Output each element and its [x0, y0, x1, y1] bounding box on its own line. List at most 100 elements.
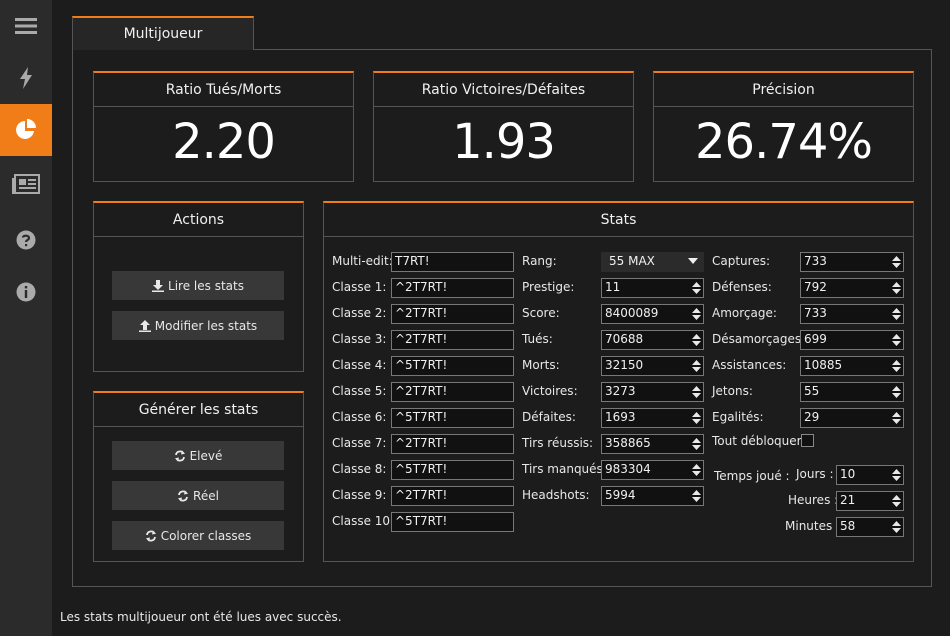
stat-spinbox[interactable]: 5994 — [601, 486, 704, 506]
stat-spinbox[interactable]: 8400089 — [601, 304, 704, 324]
modify-stats-label: Modifier les stats — [154, 318, 258, 333]
hamburger-icon — [15, 18, 37, 34]
stats-panel: Stats Multi-edit: T7RT! Classe 1: ^2T7RT… — [323, 201, 914, 562]
hours-spinbox[interactable]: 21 — [836, 491, 904, 511]
stat-label: Défenses: — [712, 280, 772, 294]
nav-menu[interactable] — [0, 0, 52, 52]
elevated-label: Elevé — [189, 448, 223, 463]
stat-spinbox[interactable]: 29 — [800, 408, 904, 428]
nav-help[interactable] — [0, 214, 52, 266]
stat-label: Prestige: — [522, 280, 575, 294]
spin-arrows-icon — [692, 412, 701, 424]
stat-label: Défaites: — [522, 410, 576, 424]
stat-label: Jetons: — [712, 384, 753, 398]
stat-spinbox[interactable]: 792 — [800, 278, 904, 298]
class-label: Classe 6: — [332, 410, 387, 424]
accuracy-value: 26.74% — [694, 114, 873, 170]
class-field[interactable]: ^5T7RT! — [391, 356, 514, 376]
stat-label: Assistances: — [712, 358, 787, 372]
spin-arrows-icon — [692, 334, 701, 346]
stat-spinbox[interactable]: 70688 — [601, 330, 704, 350]
class-label: Classe 3: — [332, 332, 387, 346]
class-label: Classe 9: — [332, 488, 387, 502]
class-label: Classe 7: — [332, 436, 387, 450]
multi-edit-field[interactable]: T7RT! — [391, 252, 514, 272]
nav-info[interactable] — [0, 266, 52, 318]
stat-spinbox[interactable]: 32150 — [601, 356, 704, 376]
color-classes-label: Colorer classes — [160, 528, 252, 543]
spin-arrows-icon — [692, 282, 701, 294]
download-icon — [152, 279, 165, 292]
class-field[interactable]: ^5T7RT! — [391, 512, 514, 532]
stat-spinbox[interactable]: 983304 — [601, 460, 704, 480]
stat-spinbox[interactable]: 733 — [800, 304, 904, 324]
class-field[interactable]: ^5T7RT! — [391, 460, 514, 480]
stat-label: Score: — [522, 306, 560, 320]
class-field[interactable]: ^2T7RT! — [391, 486, 514, 506]
class-field[interactable]: ^5T7RT! — [391, 408, 514, 428]
real-button[interactable]: Réel — [112, 481, 284, 510]
spin-arrows-icon — [892, 256, 901, 268]
read-stats-button[interactable]: Lire les stats — [112, 271, 284, 300]
rank-label: Rang: — [522, 254, 557, 268]
accuracy-card: Précision 26.74% — [653, 71, 914, 182]
stat-label: Captures: — [712, 254, 771, 268]
wl-ratio-title: Ratio Victoires/Défaites — [374, 73, 633, 107]
class-field[interactable]: ^2T7RT! — [391, 382, 514, 402]
spin-arrows-icon — [892, 495, 901, 507]
time-played-label: Temps joué : — [714, 469, 790, 483]
stat-label: Désamorçages: — [712, 332, 806, 346]
class-field[interactable]: ^2T7RT! — [391, 304, 514, 324]
stat-spinbox[interactable]: 11 — [601, 278, 704, 298]
stat-value: 983304 — [605, 462, 651, 476]
stat-spinbox[interactable]: 733 — [800, 252, 904, 272]
stat-value: 358865 — [605, 436, 651, 450]
nav-news[interactable] — [0, 158, 52, 210]
stat-value: 733 — [804, 306, 827, 320]
generate-panel: Générer les stats Elevé Réel Colorer cla… — [93, 391, 304, 562]
spin-arrows-icon — [692, 360, 701, 372]
rank-dropdown[interactable]: 55 MAX — [601, 252, 704, 272]
status-message: Les stats multijoueur ont été lues avec … — [60, 610, 342, 624]
wl-ratio-value: 1.93 — [452, 114, 556, 170]
wl-ratio-card: Ratio Victoires/Défaites 1.93 — [373, 71, 634, 182]
read-stats-label: Lire les stats — [168, 278, 244, 293]
days-spinbox[interactable]: 10 — [836, 465, 904, 485]
real-label: Réel — [193, 488, 219, 503]
stat-spinbox[interactable]: 10885 — [800, 356, 904, 376]
class-field[interactable]: ^2T7RT! — [391, 434, 514, 454]
spin-arrows-icon — [892, 360, 901, 372]
modify-stats-button[interactable]: Modifier les stats — [112, 311, 284, 340]
elevated-button[interactable]: Elevé — [112, 441, 284, 470]
color-classes-button[interactable]: Colorer classes — [112, 521, 284, 550]
class-label: Classe 5: — [332, 384, 387, 398]
kd-ratio-title: Ratio Tués/Morts — [94, 73, 353, 107]
minutes-spinbox[interactable]: 58 — [836, 517, 904, 537]
hours-value: 21 — [840, 493, 856, 507]
stat-spinbox[interactable]: 1693 — [601, 408, 704, 428]
nav-multiplayer[interactable] — [0, 104, 52, 156]
stat-spinbox[interactable]: 699 — [800, 330, 904, 350]
class-field[interactable]: ^2T7RT! — [391, 278, 514, 298]
stat-value: 792 — [804, 280, 827, 294]
tab-multiplayer[interactable]: Multijoueur — [72, 16, 254, 50]
days-value: 10 — [840, 467, 856, 481]
class-label: Classe 8: — [332, 462, 387, 476]
refresh-icon — [145, 530, 156, 541]
pie-chart-icon — [16, 119, 36, 139]
stat-label: Tirs manqués: — [522, 462, 607, 476]
generate-title: Générer les stats — [94, 393, 303, 427]
stat-value: 29 — [804, 410, 820, 424]
rank-value: 55 MAX — [609, 254, 655, 268]
stat-spinbox[interactable]: 55 — [800, 382, 904, 402]
nav-zombies[interactable] — [0, 52, 52, 104]
actions-panel: Actions Lire les stats Modifier les stat… — [93, 201, 304, 372]
unlock-all-checkbox[interactable] — [801, 434, 814, 447]
lightning-icon — [20, 67, 32, 89]
class-field[interactable]: ^2T7RT! — [391, 330, 514, 350]
tab-panel: Ratio Tués/Morts 2.20 Ratio Victoires/Dé… — [72, 49, 932, 587]
stat-spinbox[interactable]: 3273 — [601, 382, 704, 402]
spin-arrows-icon — [892, 469, 901, 481]
spin-arrows-icon — [892, 308, 901, 320]
stat-spinbox[interactable]: 358865 — [601, 434, 704, 454]
